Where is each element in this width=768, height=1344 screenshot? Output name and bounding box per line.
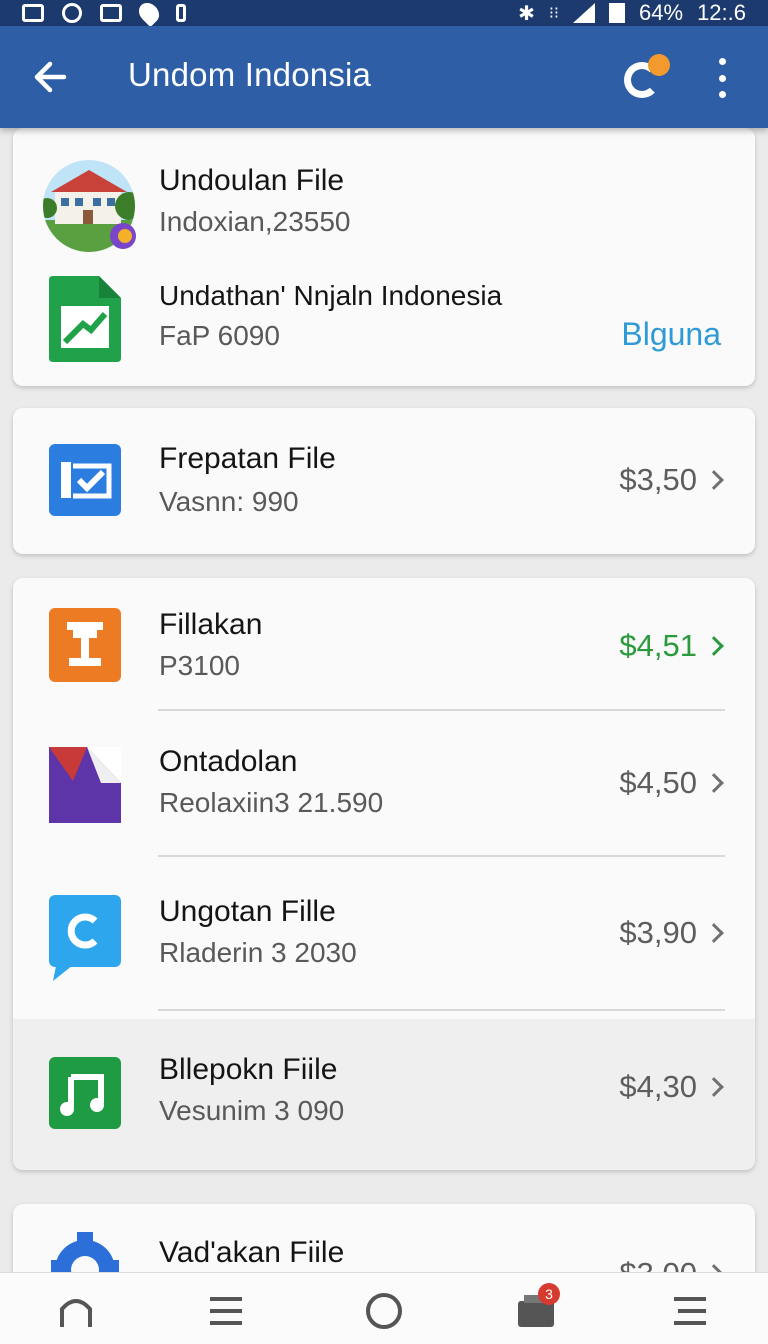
profile-row[interactable]: Undoulan File Indoxian,23550 [13, 128, 755, 258]
list-item-selected[interactable]: Bllepokn Fiile Vesunim 3 090 $4,30 [13, 1019, 755, 1170]
page-title: Undom Indonsia [128, 56, 372, 93]
header-card: Undoulan File Indoxian,23550 Undathan' N… [13, 128, 755, 386]
app-bar: Undom Indonsia [0, 26, 768, 128]
item-subtitle: Vasnn: 990 [159, 486, 299, 517]
battery-icon [609, 3, 626, 23]
back-arrow-icon[interactable] [30, 54, 70, 100]
camera-icon [62, 3, 82, 23]
item-title: Bllepokn Fiile [159, 1053, 338, 1086]
list-item[interactable]: Ontadolan Reolaxiin3 21.590 $4,50 [13, 711, 755, 857]
bluetooth-icon: ✱ [518, 2, 535, 25]
item-subtitle: Rladerin 3 2030 [159, 937, 357, 968]
more-options-icon[interactable] [712, 58, 732, 98]
sync-notification-dot [648, 54, 670, 76]
slides-icon [49, 747, 121, 823]
item-subtitle: Reolaxiin3 21.590 [159, 787, 384, 818]
file-list-card: Fillakan P3100 $4,51 Ontadolan Reolaxiin… [13, 578, 755, 1170]
list-item[interactable]: Fillakan P3100 $4,51 [13, 578, 755, 710]
download-icon [176, 4, 186, 22]
status-bar: ✱ ⁝⁝ 64% 12:.6 [0, 0, 768, 28]
image-icon [100, 4, 122, 22]
notification-badge: 3 [538, 1283, 560, 1305]
list-item[interactable]: Ungotan Fille Rladerin 3 2030 $3,90 [13, 857, 755, 1009]
vibrate-icon: ⁝⁝ [548, 5, 560, 22]
item-price: $4,50 [619, 765, 697, 800]
divider [158, 1009, 725, 1011]
chevron-right-icon [704, 636, 724, 656]
action-link[interactable]: Blguna [621, 316, 721, 353]
location-icon [134, 0, 164, 28]
circle-home-icon[interactable] [364, 1291, 404, 1331]
menu-icon[interactable] [206, 1291, 246, 1331]
music-icon [49, 1057, 121, 1129]
checkbox-doc-icon [49, 444, 121, 516]
item-title: Fillakan [159, 608, 263, 641]
item-price: $4,30 [619, 1069, 697, 1104]
item-subtitle: P3100 [159, 650, 240, 681]
clock: 12:.6 [697, 0, 746, 25]
signal-icon [573, 3, 596, 23]
chevron-right-icon [704, 923, 724, 943]
chevron-right-icon [704, 1077, 724, 1097]
item-subtitle: Vesunim 3 090 [159, 1095, 345, 1126]
house-avatar [43, 160, 136, 252]
bottom-navigation: 3 [0, 1272, 768, 1344]
home-icon[interactable] [56, 1291, 96, 1331]
frepatan-card[interactable]: Frepatan File Vasnn: 990 $3,50 [13, 408, 755, 554]
item-price: $4,51 [619, 628, 697, 663]
sheet-subtitle: FaP 6090 [159, 320, 280, 351]
list-icon[interactable] [670, 1291, 710, 1331]
item-title: Frepatan File [159, 442, 336, 475]
sheet-row[interactable]: Undathan' Nnjaln Indonesia FaP 6090 Blgu… [13, 258, 755, 386]
sheet-title: Undathan' Nnjaln Indonesia [159, 280, 503, 311]
item-price: $3,50 [619, 462, 697, 497]
chat-c-icon [49, 895, 121, 981]
item-title: Ontadolan [159, 745, 298, 778]
sync-button[interactable] [620, 54, 674, 102]
glass-icon [49, 608, 121, 682]
item-title: Ungotan Fille [159, 895, 336, 928]
chevron-right-icon [704, 470, 724, 490]
sheets-icon [49, 276, 121, 362]
item-title: Vad'akan Fiile [159, 1236, 345, 1269]
profile-title: Undoulan File [159, 164, 345, 197]
profile-subtitle: Indoxian,23550 [159, 206, 351, 237]
battery-percent: 64% [639, 0, 684, 25]
item-price: $3,90 [619, 915, 697, 950]
notification-icon [22, 4, 44, 22]
inbox-button[interactable]: 3 [516, 1283, 560, 1331]
chevron-right-icon [704, 773, 724, 793]
